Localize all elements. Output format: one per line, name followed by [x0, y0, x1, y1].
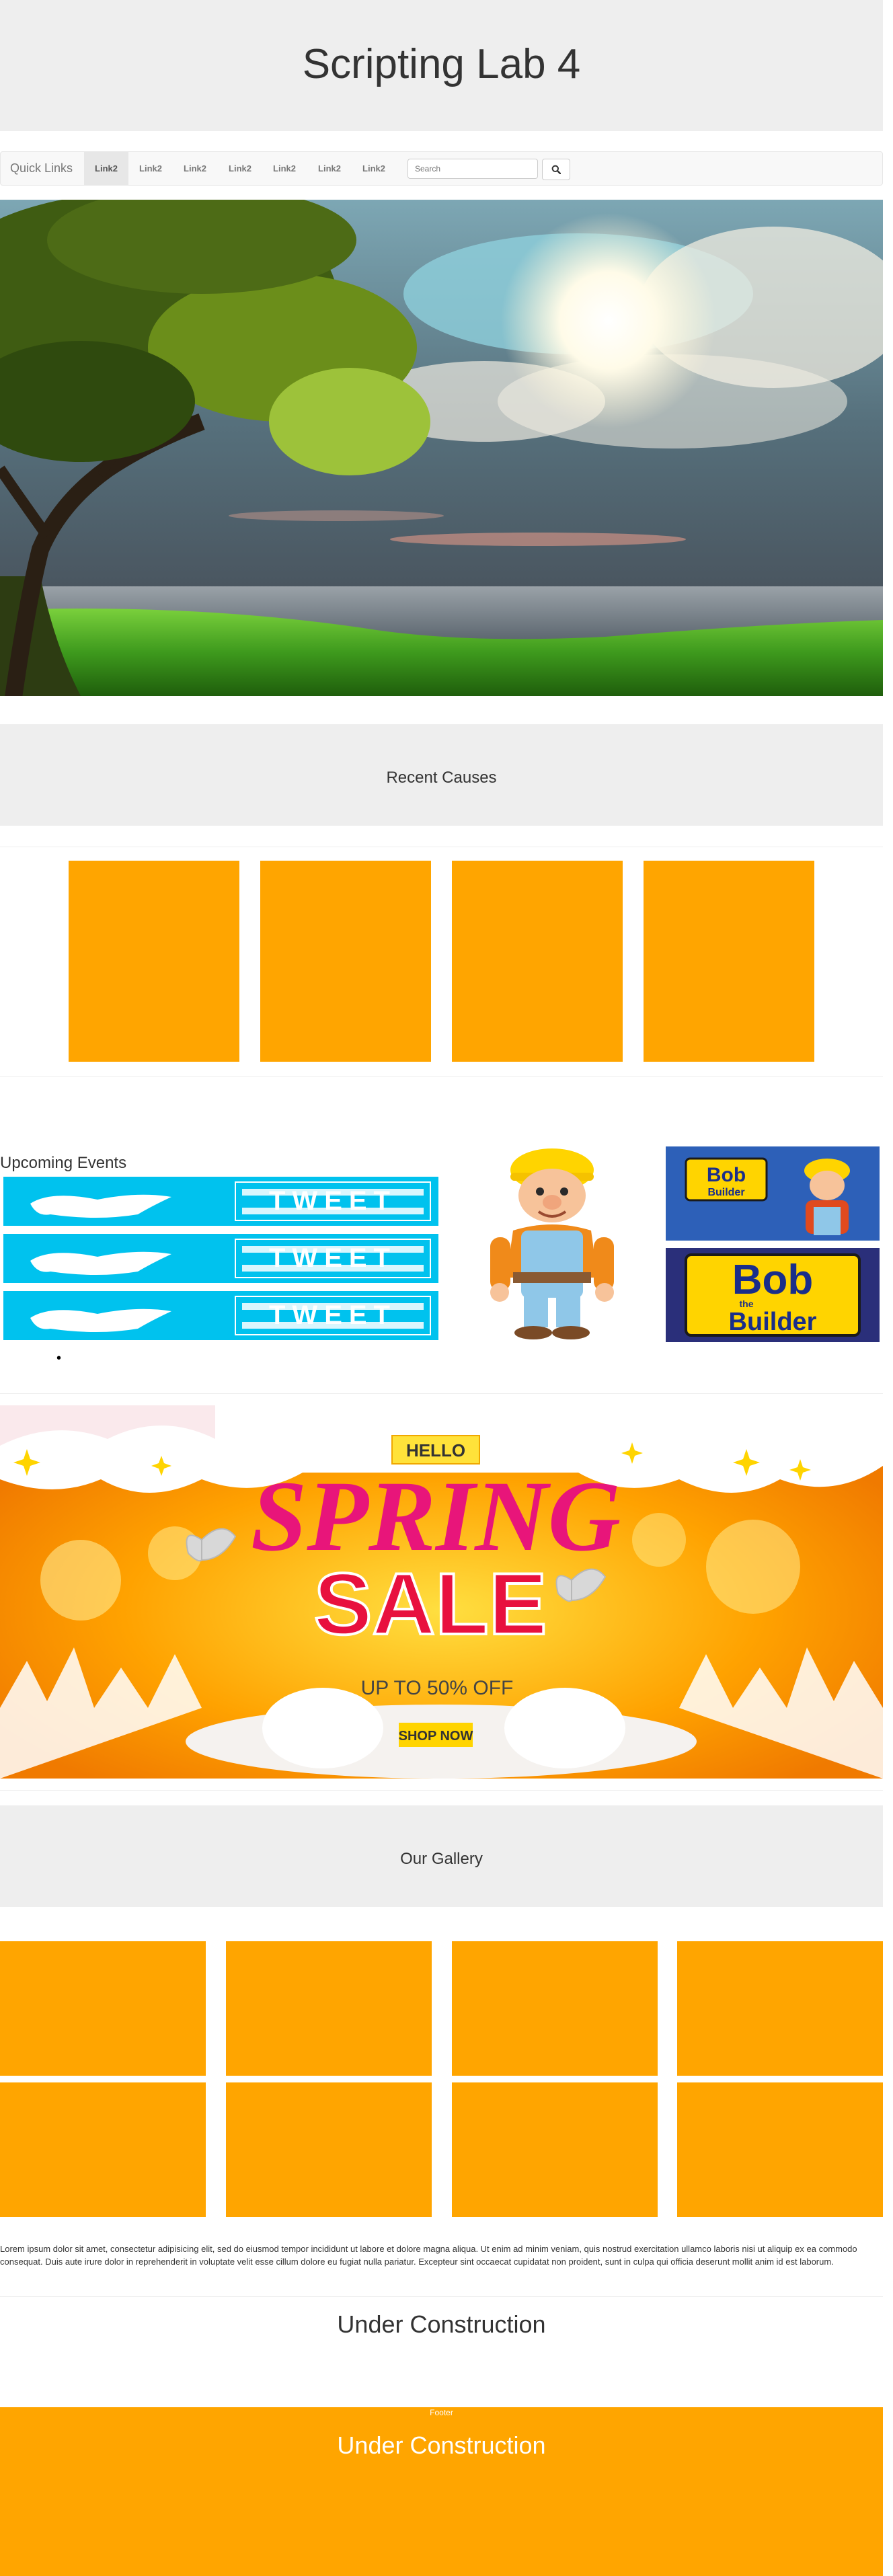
gallery-tile-6[interactable] — [226, 2082, 432, 2217]
page-title: Scripting Lab 4 — [302, 41, 581, 87]
bob-logo-graphic: Bob Builder — [685, 1157, 850, 1235]
tweet-word: TWEET — [269, 1186, 397, 1216]
nav-link-2[interactable]: Link2 — [128, 152, 173, 185]
search-icon — [551, 165, 561, 174]
lorem-paragraph: Lorem ipsum dolor sit amet, consectetur … — [0, 2244, 857, 2267]
under-construction-heading: Under Construction — [337, 2310, 546, 2338]
divider — [0, 1076, 883, 1077]
svg-text:Builder: Builder — [707, 1187, 744, 1198]
bob-logo-image-2[interactable]: Bob the Builder — [666, 1248, 880, 1342]
divider — [0, 1790, 883, 1791]
navbar-brand[interactable]: Quick Links — [10, 161, 73, 175]
bob-logo-image-1[interactable]: Bob Builder — [666, 1146, 880, 1241]
tweet-banner-3[interactable]: TWEET — [3, 1291, 438, 1340]
tweet-banner-graphic: TWEET — [30, 1239, 431, 1278]
gallery-tile-8[interactable] — [677, 2082, 883, 2217]
gallery-tile-5[interactable] — [0, 2082, 206, 2217]
footer-label: Footer — [430, 2408, 453, 2417]
cause-card-2[interactable] — [260, 861, 431, 1062]
list-bullet: • — [56, 1351, 62, 1366]
nav-link-6[interactable]: Link2 — [307, 152, 352, 185]
bob-character-image[interactable] — [446, 1143, 658, 1341]
bob-logo-graphic: Bob the Builder — [685, 1253, 861, 1337]
recent-causes-title: Recent Causes — [386, 769, 497, 787]
bob-builder-figure — [490, 1148, 614, 1339]
nav-link-1[interactable]: Link2 — [84, 152, 128, 185]
events-title: Upcoming Events — [0, 1154, 127, 1172]
search-button[interactable] — [542, 159, 570, 180]
tweet-word: TWEET — [269, 1300, 397, 1330]
promo-discount: UP TO 50% OFF — [361, 1677, 514, 1699]
navbar: Quick Links Link2 Link2 Link2 Link2 Link… — [0, 151, 883, 186]
promo-shop-now: SHOP NOW — [399, 1729, 473, 1744]
nav-link-4[interactable]: Link2 — [218, 152, 262, 185]
landscape-image — [0, 200, 883, 696]
cause-card-3[interactable] — [452, 861, 623, 1062]
promo-hello: HELLO — [406, 1440, 465, 1460]
svg-text:Builder: Builder — [729, 1308, 817, 1336]
gallery-tile-4[interactable] — [677, 1941, 883, 2076]
tweet-banner-graphic: TWEET — [30, 1296, 431, 1335]
promo-sale: SALE — [314, 1555, 547, 1653]
tweet-banner-graphic: TWEET — [30, 1181, 431, 1221]
divider — [0, 2296, 883, 2297]
gallery-tile-2[interactable] — [226, 1941, 432, 2076]
spring-sale-banner[interactable]: HELLO SPRING SALE UP TO 50% OFF SHOP NOW — [0, 1405, 883, 1779]
tweet-word: TWEET — [269, 1243, 397, 1273]
nav-link-5[interactable]: Link2 — [262, 152, 307, 185]
gallery-tile-3[interactable] — [452, 1941, 658, 2076]
gallery-band: Our Gallery — [0, 1805, 883, 1907]
svg-text:Bob: Bob — [732, 1257, 814, 1303]
tweet-banner-2[interactable]: TWEET — [3, 1234, 438, 1283]
divider — [0, 1393, 883, 1394]
hero-image — [0, 200, 883, 696]
gallery-tile-7[interactable] — [452, 2082, 658, 2217]
svg-text:Bob: Bob — [707, 1164, 746, 1186]
page-header: Scripting Lab 4 — [0, 0, 883, 131]
spring-sale-graphic: HELLO SPRING SALE UP TO 50% OFF SHOP NOW — [0, 1405, 883, 1779]
cause-card-1[interactable] — [69, 861, 239, 1062]
footer-under-construction: Under Construction — [337, 2431, 546, 2459]
tweet-banner-1[interactable]: TWEET — [3, 1177, 438, 1226]
nav-link-7[interactable]: Link2 — [352, 152, 396, 185]
cause-card-4[interactable] — [644, 861, 814, 1062]
recent-causes-band: Recent Causes — [0, 724, 883, 826]
search-input[interactable] — [407, 159, 538, 179]
gallery-tile-1[interactable] — [0, 1941, 206, 2076]
gallery-title: Our Gallery — [400, 1850, 483, 1868]
nav-link-3[interactable]: Link2 — [173, 152, 217, 185]
